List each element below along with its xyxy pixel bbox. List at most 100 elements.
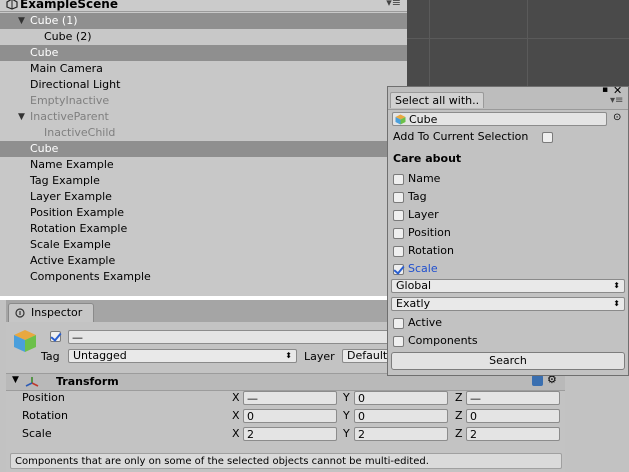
hierarchy-item-label: Cube [30, 142, 59, 155]
axis-x-label: X [232, 391, 240, 404]
hierarchy-item-label: Components Example [30, 270, 151, 283]
match-dropdown[interactable]: Exatly ⬍ [391, 297, 625, 311]
hierarchy-item-label: Layer Example [30, 190, 112, 203]
care-about-rotation-label: Rotation [408, 244, 455, 257]
add-to-selection-checkbox[interactable] [542, 132, 553, 143]
axis-z-label: Z [455, 427, 463, 440]
chevron-updown-icon: ⬍ [613, 281, 620, 290]
tag-label: Tag [41, 350, 60, 363]
transform-position-x-field[interactable]: — [243, 391, 337, 405]
object-picker-icon[interactable]: ⊙ [613, 112, 621, 123]
tag-dropdown[interactable]: Untagged ⬍ [68, 349, 297, 363]
layer-dropdown[interactable]: Default [342, 349, 392, 363]
axis-y-label: Y [343, 409, 350, 422]
window-menu-icon[interactable]: ▾≡ [610, 95, 623, 106]
hierarchy-item-label: Scale Example [30, 238, 111, 251]
object-field[interactable]: Cube [392, 112, 607, 126]
care-about-layer-checkbox[interactable] [393, 210, 404, 221]
transform-rotation-x-field[interactable]: 0 [243, 409, 337, 423]
transform-scale-y-field[interactable]: 2 [354, 427, 448, 441]
hierarchy-item-label: Cube [30, 46, 59, 59]
care-about-rotation-checkbox[interactable] [393, 246, 404, 257]
hierarchy-item-label: Active Example [30, 254, 116, 267]
hierarchy-item[interactable]: EmptyInactive [0, 93, 407, 109]
hierarchy-item[interactable]: ▼ Cube (1) [0, 13, 407, 29]
inspector-icon [15, 308, 25, 318]
transform-scale-z-field[interactable]: 2 [466, 427, 560, 441]
cube-icon [395, 114, 406, 125]
tag-value: Untagged [73, 349, 127, 362]
hierarchy-item[interactable]: Layer Example [0, 189, 407, 205]
tab-inspector[interactable]: Inspector [8, 303, 94, 323]
hierarchy-item[interactable]: Scale Example [0, 237, 407, 253]
axis-x-label: X [232, 427, 240, 440]
expand-arrow-icon[interactable]: ▼ [18, 109, 25, 125]
hierarchy-item[interactable]: Components Example [0, 269, 407, 285]
space-dropdown[interactable]: Global ⬍ [391, 279, 625, 293]
care-about-scale-checkbox[interactable] [393, 264, 404, 275]
transform-position-y-field[interactable]: 0 [354, 391, 448, 405]
care-about-position-checkbox[interactable] [393, 228, 404, 239]
care-about-name-checkbox[interactable] [393, 174, 404, 185]
hierarchy-item[interactable]: Directional Light [0, 77, 407, 93]
maximize-icon[interactable]: ▪ [602, 85, 608, 95]
hierarchy-item[interactable]: Tag Example [0, 173, 407, 189]
match-dropdown-value: Exatly [396, 297, 431, 310]
hierarchy-item-label: Name Example [30, 158, 114, 171]
hierarchy-menu-icon[interactable]: ▾≡ [386, 0, 401, 9]
hierarchy-item[interactable]: Cube (2) [0, 29, 407, 45]
grid-line [429, 0, 430, 90]
hierarchy-item[interactable]: Active Example [0, 253, 407, 269]
hierarchy-item-label: Position Example [30, 206, 125, 219]
space-dropdown-value: Global [396, 279, 432, 292]
hierarchy-item-label: EmptyInactive [30, 94, 110, 107]
hierarchy-item-label: Tag Example [30, 174, 100, 187]
scene-view[interactable] [407, 0, 629, 90]
hierarchy-item[interactable]: Position Example [0, 205, 407, 221]
gameobject-cube-icon [14, 330, 36, 352]
active-checkbox[interactable] [50, 331, 61, 342]
foldout-arrow-icon[interactable]: ▼ [12, 375, 19, 385]
object-name-field[interactable]: — [68, 330, 392, 344]
hierarchy-item-label: Cube (2) [44, 30, 92, 43]
transform-scale-x-field[interactable]: 2 [243, 427, 337, 441]
transform-rotation-z-field[interactable]: 0 [466, 409, 560, 423]
option-active-label: Active [408, 316, 443, 329]
option-components-checkbox[interactable] [393, 336, 404, 347]
expand-arrow-icon[interactable]: ▼ [18, 13, 25, 29]
unity-scene-icon [6, 0, 18, 10]
tab-select-all-with[interactable]: Select all with.. [390, 92, 484, 108]
hierarchy-item[interactable]: Name Example [0, 157, 407, 173]
care-about-tag-checkbox[interactable] [393, 192, 404, 203]
chevron-updown-icon: ⬍ [285, 351, 292, 360]
search-button[interactable]: Search [391, 352, 625, 370]
transform-scale-label: Scale [22, 427, 52, 440]
hierarchy-item-label: Main Camera [30, 62, 103, 75]
transform-rotation-y-field[interactable]: 0 [354, 409, 448, 423]
option-active-checkbox[interactable] [393, 318, 404, 329]
axis-x-label: X [232, 409, 240, 422]
hierarchy-item[interactable]: Main Camera [0, 61, 407, 77]
hierarchy-item[interactable]: Cube [0, 45, 407, 61]
transform-position-z-field[interactable]: — [466, 391, 560, 405]
object-field-value: Cube [409, 113, 438, 126]
hierarchy-item[interactable]: Cube [0, 141, 407, 157]
option-components-label: Components [408, 334, 478, 347]
care-about-layer-label: Layer [408, 208, 439, 221]
help-icon[interactable] [532, 375, 543, 386]
care-about-name-label: Name [408, 172, 441, 185]
chevron-updown-icon: ⬍ [613, 299, 620, 308]
axis-z-label: Z [455, 391, 463, 404]
transform-position-label: Position [22, 391, 65, 404]
hierarchy-item[interactable]: InactiveChild [0, 125, 407, 141]
hierarchy-item[interactable]: ▼ InactiveParent [0, 109, 407, 125]
transform-rotation-label: Rotation [22, 409, 69, 422]
hierarchy-item[interactable]: Rotation Example [0, 221, 407, 237]
care-about-position-label: Position [408, 226, 451, 239]
care-about-scale-label: Scale [408, 262, 438, 275]
tab-label: Inspector [31, 306, 83, 319]
multi-edit-note: Components that are only on some of the … [10, 453, 562, 469]
transform-title: Transform [56, 375, 119, 388]
care-about-tag-label: Tag [408, 190, 427, 203]
popup-tabbar: Select all with.. ▪ ✕ ▾≡ [388, 84, 628, 110]
